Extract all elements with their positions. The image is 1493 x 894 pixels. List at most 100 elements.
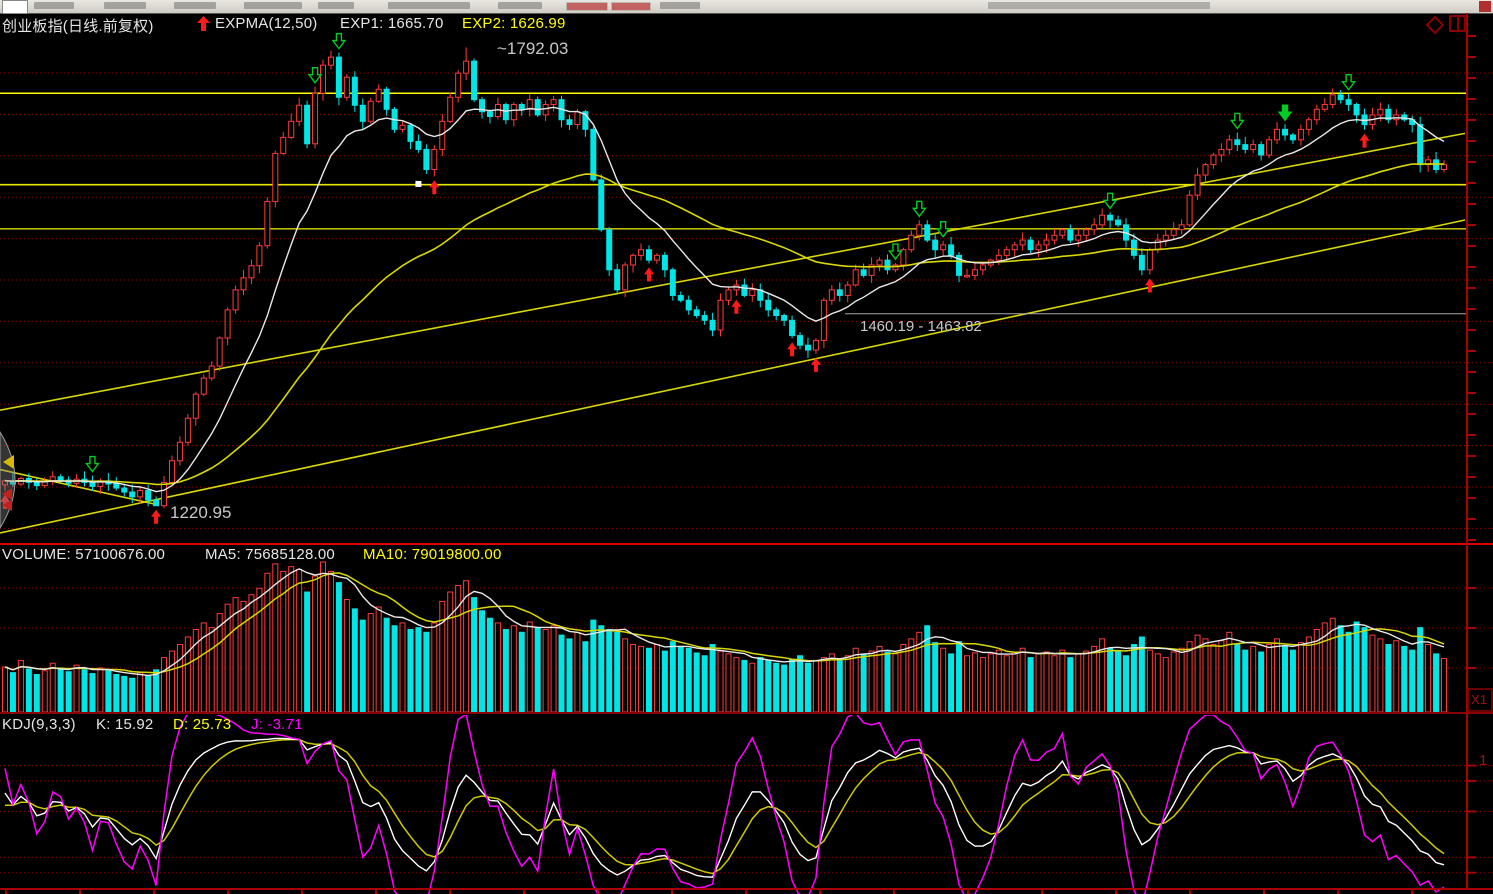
candle-body [798,336,803,346]
trend-line[interactable] [0,470,158,505]
candle-body [1235,140,1240,145]
exp2-value: EXP2: 1626.99 [462,15,566,32]
volume-bar [1076,654,1081,712]
volume-bar [1346,632,1351,712]
candle-body [949,245,954,255]
candle-body [1243,145,1248,150]
volume-bar [861,654,866,712]
volume-bar [305,592,310,712]
volume-bar [1187,642,1192,712]
volume-bar [1108,648,1113,712]
x1-badge[interactable]: X1 [1471,692,1487,707]
volume-bar [50,663,55,712]
candle-body [328,57,333,65]
indicator-line [5,164,1444,485]
volume-bar [392,626,397,712]
candle-body [1267,140,1272,155]
candle-body [1147,250,1152,270]
volume-bar [90,674,95,712]
candle-body [519,104,524,109]
candle-body [360,105,365,121]
volume-bar [1370,635,1375,712]
candle-body [146,490,151,500]
candle-body [1195,175,1200,195]
volume-ma5: MA5: 75685128.00 [205,546,335,563]
volume-bar [813,660,818,712]
volume-bar [440,601,445,712]
volume-bar [464,581,469,712]
candle-body [265,202,270,246]
candle-body [670,270,675,296]
volume-bar [98,668,103,712]
quick-nav-widget[interactable] [0,432,15,528]
volume-bar [535,628,540,712]
candle-body [551,100,556,105]
candle-body [432,149,437,169]
candle-body [487,112,492,117]
volume-bar [1131,645,1136,713]
candle-body [217,338,222,366]
candle-body [154,500,159,506]
volume-bar [66,672,71,712]
volume-bar [583,642,588,712]
candle-body [686,300,691,310]
candle-body [885,260,890,270]
candle-body [710,320,715,330]
candle-body [384,89,389,109]
volume-bar [519,632,524,712]
sell-signal-arrow-icon [333,34,345,49]
volume-bar [1251,646,1256,712]
volume-bars[interactable] [3,562,1447,712]
volume-bar [58,668,63,712]
volume-bar [336,583,341,712]
volume-bar [424,632,429,712]
volume-bar [328,571,333,712]
volume-bar [694,653,699,712]
volume-bar [1084,651,1089,712]
kdj-lines[interactable] [5,707,1444,894]
candle-body [336,57,341,97]
candle-body [289,121,294,137]
candles[interactable] [3,47,1447,508]
volume-bar [1434,654,1439,712]
candle-body [964,275,969,277]
volume-bar [177,645,182,713]
volume-bar [511,626,516,712]
candle-body [972,270,977,276]
candle-body [1076,235,1081,240]
diamond-icon[interactable] [1427,17,1443,33]
high-annotation: ~1792.03 [497,39,568,59]
candle-body [575,112,580,125]
volume-bar [805,663,810,712]
volume-bar [1028,658,1033,712]
volume-bar [1394,641,1399,712]
candle-body [400,125,405,129]
trend-line[interactable] [0,220,1465,533]
candle-body [782,316,787,321]
volume-bar [297,570,302,713]
volume-bar [368,614,373,712]
candle-body [591,129,596,180]
volume-bar [885,652,890,712]
candle-body [376,89,381,101]
candle-body [90,482,95,486]
candle-body [209,366,214,378]
sell-signal-arrow-icon [1343,75,1355,90]
volume-bar [321,562,326,712]
buy-signal-arrow-icon [731,300,741,314]
volume-bar [1298,643,1303,712]
volume-bar [209,628,214,712]
candle-body [861,270,866,276]
volume-bar [138,673,143,712]
candle-body [1338,95,1343,100]
up-arrow-icon [197,16,210,31]
exp1-value: EXP1: 1665.70 [340,15,444,32]
candle-body [1346,100,1351,105]
chart-canvas[interactable] [0,0,1493,894]
candle-body [877,260,882,265]
candle-body [813,340,818,350]
candle-body [281,137,286,153]
volume-bar [472,598,477,712]
volume-bar [408,630,413,713]
volume-bar [122,676,127,712]
